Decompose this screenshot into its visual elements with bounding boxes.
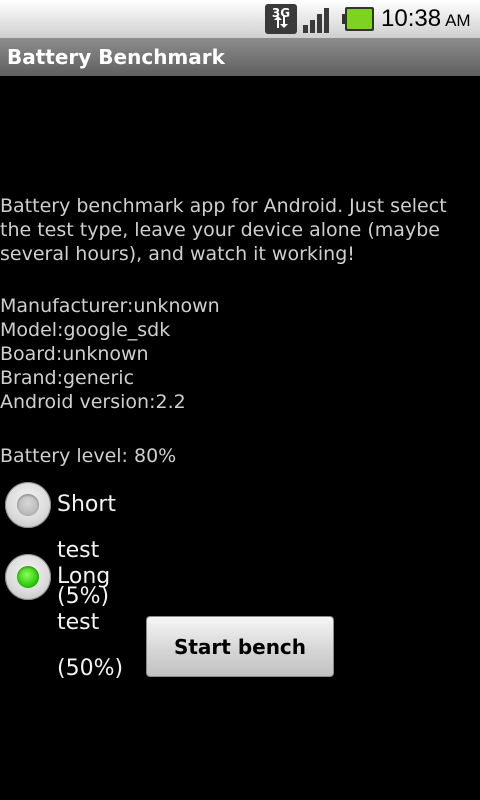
app-title: Battery Benchmark xyxy=(7,45,225,69)
status-bar: 3G 10:38 AM xyxy=(0,0,480,38)
manufacturer-text: Manufacturer:unknown xyxy=(0,295,220,317)
short-test-radio[interactable] xyxy=(5,482,51,528)
svg-text:3G: 3G xyxy=(272,6,290,20)
clock-ampm: AM xyxy=(445,11,471,30)
long-test-label[interactable]: Long test (50%) xyxy=(57,554,123,692)
battery-level-text: Battery level: 80% xyxy=(0,445,177,467)
description-text: Battery benchmark app for Android. Just … xyxy=(0,195,447,265)
radio-indicator xyxy=(17,566,39,588)
clock: 10:38 AM xyxy=(381,3,471,35)
network-3g-icon: 3G xyxy=(265,4,297,34)
title-bar: Battery Benchmark xyxy=(0,38,480,76)
android-version-text: Android version:2.2 xyxy=(0,391,186,413)
board-text: Board:unknown xyxy=(0,343,149,365)
brand-text: Brand:generic xyxy=(0,367,135,389)
model-text: Model:google_sdk xyxy=(0,319,171,341)
device-info: Manufacturer:unknown Model:google_sdk Bo… xyxy=(0,294,220,414)
radio-indicator xyxy=(17,494,39,516)
long-test-radio[interactable] xyxy=(5,554,51,600)
start-bench-button[interactable]: Start bench xyxy=(146,616,334,677)
clock-time: 10:38 xyxy=(381,5,442,32)
signal-strength-icon xyxy=(303,8,329,33)
battery-icon xyxy=(342,7,374,31)
